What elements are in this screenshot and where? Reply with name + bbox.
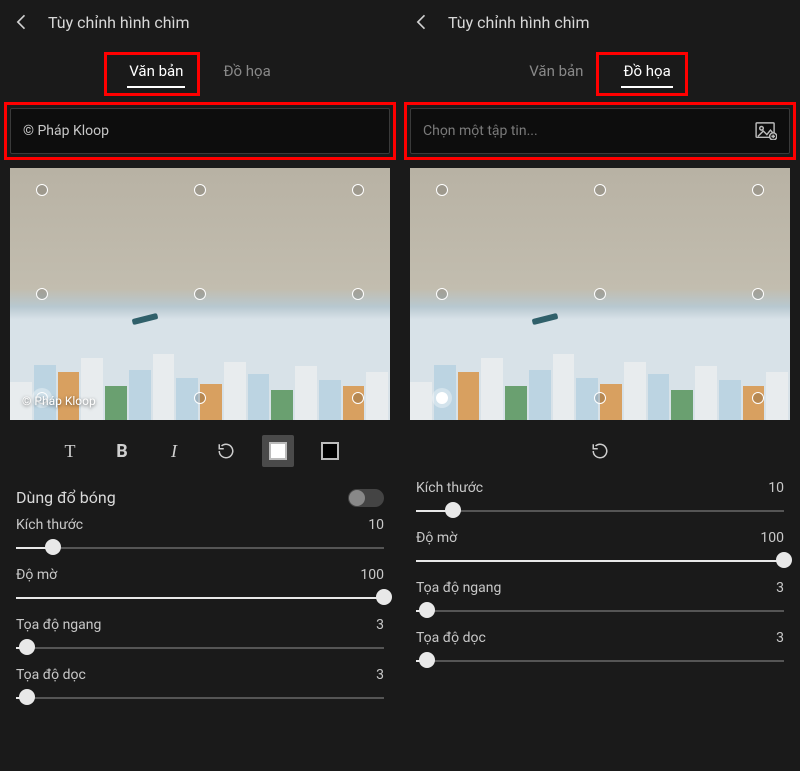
slider-size: Kích thước10: [416, 480, 784, 520]
airplane-graphic: [132, 313, 159, 325]
watermark-preview[interactable]: © Pháp Kloop: [10, 168, 390, 420]
font-button[interactable]: T: [54, 435, 86, 467]
rotate-button[interactable]: [584, 435, 616, 467]
anchor-top-left[interactable]: [36, 184, 48, 196]
anchor-bottom-center[interactable]: [594, 392, 606, 404]
slider-size-track[interactable]: [16, 539, 384, 557]
slider-y-track[interactable]: [416, 652, 784, 670]
right-pane: Tùy chỉnh hình chìm Văn bản Đồ họa Chọn …: [400, 0, 800, 771]
tab-text[interactable]: Văn bản: [123, 58, 189, 88]
watermark-text-row: © Pháp Kloop: [10, 108, 390, 154]
slider-x-track[interactable]: [416, 602, 784, 620]
watermark-text-value: © Pháp Kloop: [23, 123, 109, 139]
tab-graphic[interactable]: Đồ họa: [617, 58, 676, 88]
anchor-bottom-center[interactable]: [194, 392, 206, 404]
slider-y-track[interactable]: [16, 689, 384, 707]
anchor-top-center[interactable]: [594, 184, 606, 196]
slider-x-track[interactable]: [16, 639, 384, 657]
slider-opacity-track[interactable]: [416, 552, 784, 570]
format-toolbar: T B I: [10, 432, 390, 470]
shadow-toggle[interactable]: [348, 489, 384, 507]
watermark-text-input[interactable]: © Pháp Kloop: [10, 108, 390, 154]
skyline-graphic: [10, 340, 390, 420]
anchor-mid-right[interactable]: [752, 288, 764, 300]
sliders-left: Kích thước10 Độ mờ100 Tọa độ ngang3 Tọa …: [0, 517, 400, 707]
tabs: Văn bản Đồ họa: [400, 58, 800, 88]
anchor-bottom-left[interactable]: [436, 392, 448, 404]
slider-size: Kích thước10: [16, 517, 384, 557]
tabs: Văn bản Đồ họa: [0, 58, 400, 88]
shadow-toggle-row: Dùng đổ bóng: [16, 488, 384, 507]
watermark-preview-text: © Pháp Kloop: [22, 394, 96, 408]
slider-size-track[interactable]: [416, 502, 784, 520]
slider-x: Tọa độ ngang3: [16, 617, 384, 657]
color-black-button[interactable]: [314, 435, 346, 467]
anchor-mid-center[interactable]: [194, 288, 206, 300]
slider-y: Tọa độ dọc3: [416, 630, 784, 670]
slider-opacity: Độ mờ100: [416, 530, 784, 570]
bold-button[interactable]: B: [106, 435, 138, 467]
rotate-button[interactable]: [210, 435, 242, 467]
header: Tùy chỉnh hình chìm: [0, 0, 400, 44]
slider-opacity: Độ mờ100: [16, 567, 384, 607]
file-picker-placeholder: Chọn một tập tin...: [423, 123, 538, 139]
left-pane: Tùy chỉnh hình chìm Văn bản Đồ họa © Phá…: [0, 0, 400, 771]
anchor-mid-right[interactable]: [352, 288, 364, 300]
anchor-mid-left[interactable]: [436, 288, 448, 300]
anchor-bottom-right[interactable]: [752, 392, 764, 404]
file-picker-row: Chọn một tập tin...: [410, 108, 790, 154]
back-arrow-icon[interactable]: [12, 12, 32, 32]
page-title: Tùy chỉnh hình chìm: [48, 13, 190, 32]
header: Tùy chỉnh hình chìm: [400, 0, 800, 44]
format-toolbar: [410, 432, 790, 470]
slider-x: Tọa độ ngang3: [416, 580, 784, 620]
slider-y: Tọa độ dọc3: [16, 667, 384, 707]
anchor-top-right[interactable]: [352, 184, 364, 196]
italic-button[interactable]: I: [158, 435, 190, 467]
anchor-bottom-right[interactable]: [352, 392, 364, 404]
anchor-top-left[interactable]: [436, 184, 448, 196]
anchor-top-center[interactable]: [194, 184, 206, 196]
page-title: Tùy chỉnh hình chìm: [448, 13, 590, 32]
airplane-graphic: [532, 313, 559, 325]
tab-graphic[interactable]: Đồ họa: [217, 58, 276, 88]
skyline-graphic: [410, 340, 790, 420]
file-picker[interactable]: Chọn một tập tin...: [410, 108, 790, 154]
back-arrow-icon[interactable]: [412, 12, 432, 32]
anchor-mid-left[interactable]: [36, 288, 48, 300]
color-white-button[interactable]: [262, 435, 294, 467]
anchor-top-right[interactable]: [752, 184, 764, 196]
add-image-icon: [755, 122, 777, 140]
sliders-right: Kích thước10 Độ mờ100 Tọa độ ngang3 Tọa …: [400, 480, 800, 670]
watermark-preview[interactable]: [410, 168, 790, 420]
slider-opacity-track[interactable]: [16, 589, 384, 607]
shadow-label: Dùng đổ bóng: [16, 488, 116, 507]
tab-text[interactable]: Văn bản: [523, 58, 589, 88]
anchor-mid-center[interactable]: [594, 288, 606, 300]
